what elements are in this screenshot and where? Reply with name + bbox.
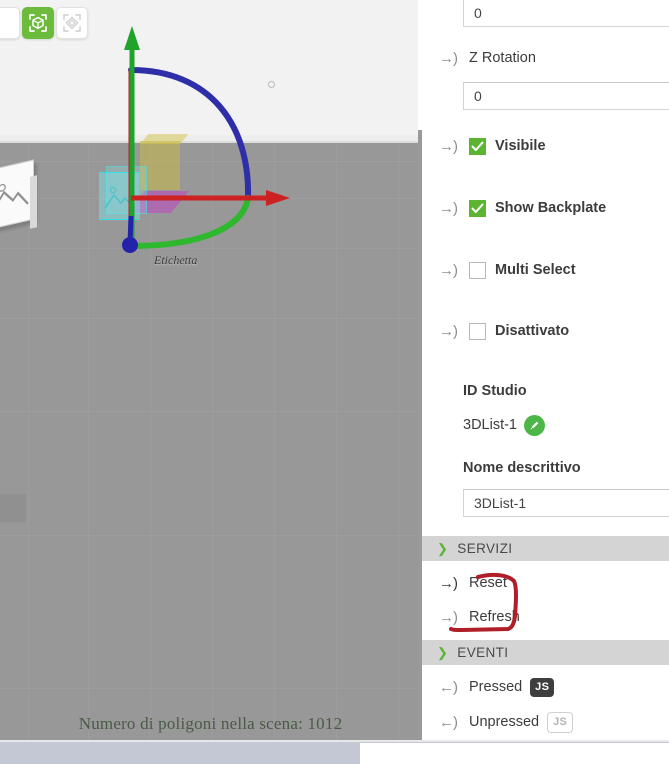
ghost-object-outline [0, 522, 28, 564]
chevron-down-icon: ❯ [437, 645, 449, 660]
3d-viewport[interactable]: Etichetta Numero di poligoni nella scena… [0, 0, 421, 740]
strip-white-area [360, 743, 669, 764]
polygon-count-label: Numero di poligoni nella scena: 1012 [78, 714, 343, 733]
arrow-left-icon: ←) [439, 713, 458, 731]
servizi-header-label: SERVIZI [457, 541, 513, 556]
image-placeholder-icon [0, 183, 29, 213]
toggle-row-multi-select[interactable]: →) Multi Select [422, 258, 669, 282]
viewport-toolbar[interactable] [0, 7, 88, 39]
floor-grid [0, 143, 421, 740]
picture-plane-edge [30, 175, 37, 229]
id-studio-label: ID Studio [463, 383, 527, 399]
check-icon [471, 203, 484, 213]
face-mode-button[interactable] [56, 7, 88, 39]
multi-select-label: Multi Select [495, 262, 576, 278]
arrow-right-icon: →) [439, 137, 458, 155]
show-backplate-label: Show Backplate [495, 200, 607, 216]
event-item-pressed[interactable]: ←) Pressed JS [422, 676, 669, 698]
pivot-dot-marker [268, 81, 275, 88]
visibile-label: Visibile [495, 138, 546, 154]
event-item-unpressed[interactable]: ←) Unpressed JS [422, 711, 669, 733]
properties-panel[interactable]: 0 →) Z Rotation 0 →) Visibile →) Show Ba… [422, 0, 669, 740]
bottom-status-strip [0, 740, 669, 764]
image-placeholder-icon [104, 186, 135, 209]
toggle-row-show-backplate[interactable]: →) Show Backplate [422, 196, 669, 220]
arrow-right-icon: →) [439, 261, 458, 279]
y-rotation-input[interactable]: 0 [463, 0, 669, 27]
partial-button[interactable] [0, 7, 20, 39]
service-item-reset[interactable]: →) Reset [422, 572, 669, 594]
refresh-label: Refresh [469, 609, 520, 625]
id-studio-row[interactable]: 3DList-1 [463, 413, 669, 437]
check-icon [471, 141, 484, 151]
nome-descrittivo-label: Nome descrittivo [463, 460, 581, 476]
service-item-refresh[interactable]: →) Refresh [422, 606, 669, 628]
chevron-down-icon: ❯ [437, 541, 449, 556]
show-backplate-checkbox[interactable] [469, 199, 486, 217]
z-rotation-value: 0 [474, 88, 482, 104]
arrow-right-icon: →) [439, 608, 458, 626]
pencil-icon[interactable] [524, 414, 545, 436]
strip-separator [0, 740, 669, 742]
nome-descrittivo-input[interactable]: 3DList-1 [463, 489, 669, 517]
unpressed-label: Unpressed [469, 714, 540, 730]
toggle-row-visibile[interactable]: →) Visibile [422, 134, 669, 158]
diamond-target-icon [63, 14, 81, 32]
multi-select-checkbox[interactable] [469, 261, 486, 279]
eventi-header-label: EVENTI [457, 645, 509, 660]
object-mode-button[interactable] [22, 7, 54, 39]
cube-target-icon [29, 14, 47, 32]
picture-plane[interactable] [0, 159, 34, 231]
y-rotation-value: 0 [474, 5, 482, 21]
section-header-servizi[interactable]: ❯ SERVIZI [422, 536, 669, 561]
reset-label: Reset [469, 575, 507, 591]
arrow-right-icon: →) [439, 322, 458, 340]
cyan-image-card[interactable] [99, 172, 140, 220]
section-header-eventi[interactable]: ❯ EVENTI [422, 640, 669, 665]
disattivato-checkbox[interactable] [469, 322, 486, 340]
arrow-right-icon: →) [439, 574, 458, 592]
z-rotation-row[interactable]: →) Z Rotation [422, 47, 669, 69]
axis-y-arrowhead[interactable] [124, 26, 140, 50]
ghost-object-shadow [0, 494, 26, 522]
js-badge-pressed[interactable]: JS [530, 677, 555, 697]
disattivato-label: Disattivato [495, 323, 570, 339]
id-studio-value: 3DList-1 [463, 417, 517, 433]
scene-object-label: Etichetta [154, 253, 198, 267]
z-rotation-label: Z Rotation [469, 50, 536, 66]
app-root: Etichetta Numero di poligoni nella scena… [0, 0, 669, 764]
visibile-checkbox[interactable] [469, 137, 486, 155]
js-badge-unpressed[interactable]: JS [547, 711, 574, 733]
arrow-right-icon: →) [439, 199, 458, 217]
arrow-right-icon: →) [439, 49, 458, 67]
pressed-label: Pressed [469, 679, 523, 695]
nome-descrittivo-value: 3DList-1 [474, 495, 527, 511]
z-rotation-input[interactable]: 0 [463, 82, 669, 110]
arrow-left-icon: ←) [439, 678, 458, 696]
toggle-row-disattivato[interactable]: →) Disattivato [422, 319, 669, 343]
